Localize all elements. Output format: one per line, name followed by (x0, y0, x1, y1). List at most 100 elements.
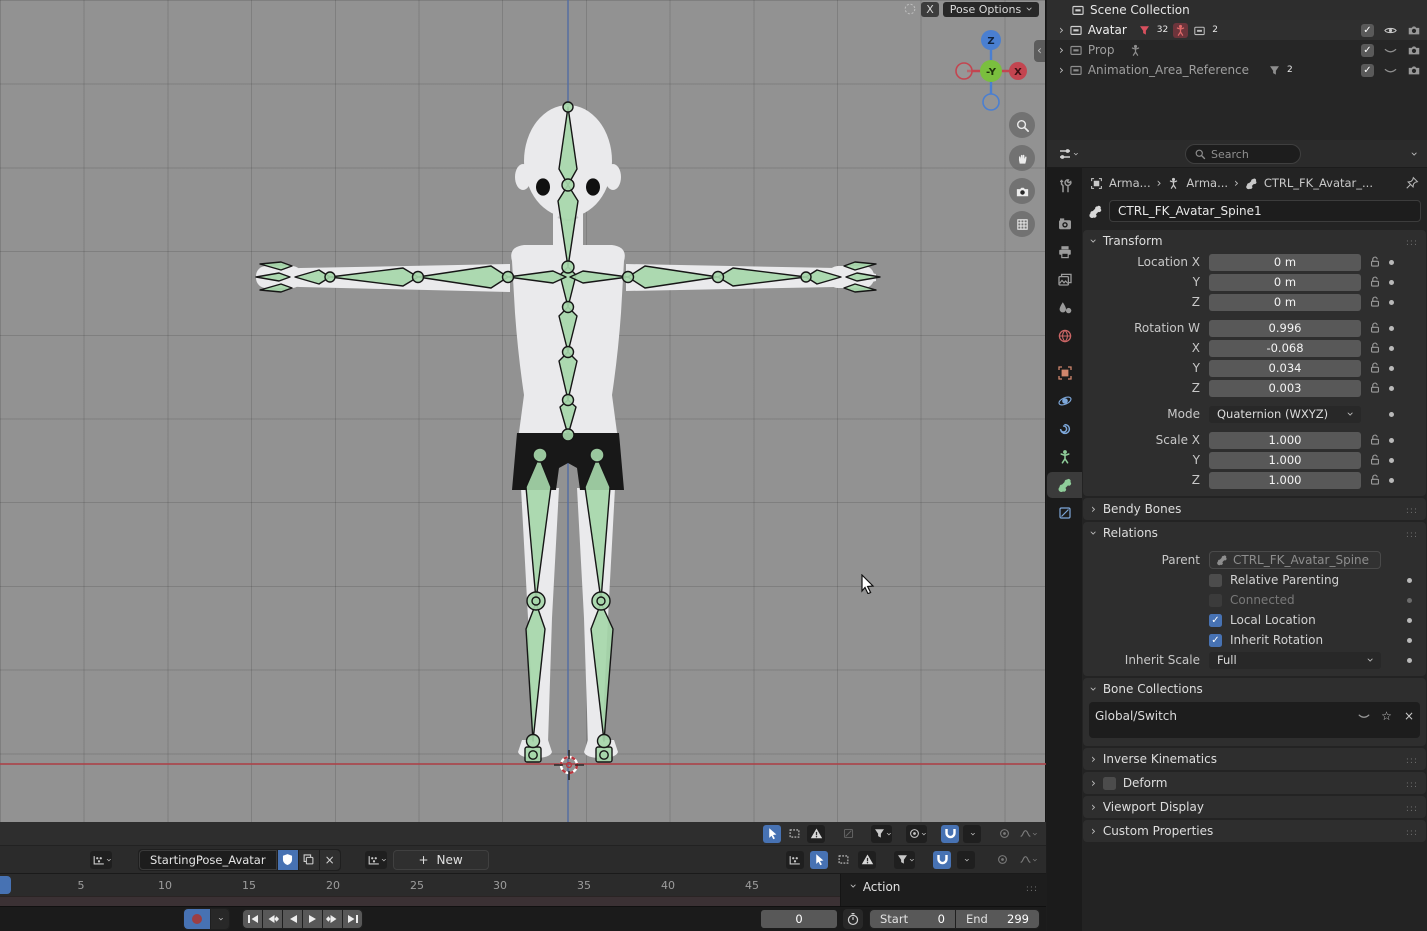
outliner-row-scene-collection[interactable]: Scene Collection (1047, 0, 1427, 20)
animate-dot-icon[interactable] (1389, 438, 1394, 443)
panel-drag-icon[interactable] (1406, 776, 1418, 790)
armature-character[interactable] (240, 95, 890, 775)
pin-icon[interactable] (1405, 176, 1419, 190)
lock-icon[interactable] (1369, 342, 1381, 354)
x-mirror-button[interactable]: X (921, 2, 939, 17)
filter-funnel-icon[interactable] (894, 851, 915, 869)
snap-magnet-icon[interactable] (933, 851, 951, 869)
rotation-x-field[interactable]: -0.068 (1209, 340, 1361, 357)
parent-field[interactable]: CTRL_FK_Avatar_Spine (1209, 551, 1381, 569)
tab-physics[interactable] (1047, 416, 1082, 442)
play-reverse-button[interactable] (283, 910, 302, 928)
animate-dot-icon[interactable] (1389, 260, 1394, 265)
breadcrumb-object[interactable]: Arma... (1109, 176, 1151, 190)
location-y-field[interactable]: 0 m (1209, 274, 1361, 291)
tab-scene[interactable] (1047, 295, 1082, 321)
grid-ortho-icon[interactable] (1009, 211, 1035, 237)
stopwatch-icon[interactable] (843, 909, 863, 929)
animate-dot-icon[interactable] (1389, 326, 1394, 331)
unlink-action-icon[interactable] (320, 850, 340, 870)
animate-dot-icon[interactable] (1389, 300, 1394, 305)
lock-icon[interactable] (1369, 362, 1381, 374)
camera-render-icon[interactable] (1407, 23, 1421, 37)
auto-key-record-button[interactable] (184, 909, 210, 929)
snap-options-chevron-icon[interactable] (957, 851, 975, 869)
proportional-falloff-curve-icon[interactable] (1017, 851, 1038, 869)
tab-tool[interactable] (1047, 173, 1082, 199)
eye-icon[interactable] (1383, 23, 1398, 38)
panel-drag-icon[interactable] (1026, 880, 1038, 894)
action-panel[interactable]: Action (840, 874, 1046, 906)
panel-deform[interactable]: Deform (1083, 772, 1426, 794)
rotation-y-field[interactable]: 0.034 (1209, 360, 1361, 377)
lock-icon[interactable] (1369, 454, 1381, 466)
scale-x-field[interactable]: 1.000 (1209, 432, 1361, 449)
outliner-row-avatar[interactable]: Avatar 32 2 ✓ (1047, 20, 1427, 40)
editor-type-dopesheet-icon[interactable] (90, 851, 112, 869)
panel-drag-icon[interactable] (1406, 800, 1418, 814)
star-icon[interactable] (1381, 709, 1392, 723)
search-input[interactable]: Search (1185, 144, 1301, 164)
checkbox-icon[interactable]: ✓ (1361, 44, 1374, 57)
eye-closed-icon[interactable] (1383, 63, 1398, 78)
sidebar-collapse-tab[interactable] (1034, 40, 1045, 62)
animate-dot-icon[interactable] (1389, 280, 1394, 285)
outliner-row-animation-area-reference[interactable]: Animation_Area_Reference 2 ✓ (1047, 60, 1427, 80)
rotation-z-field[interactable]: 0.003 (1209, 380, 1361, 397)
box-select-icon[interactable] (834, 851, 852, 869)
tab-object[interactable] (1047, 360, 1082, 386)
duplicate-action-icon[interactable] (299, 850, 319, 870)
panel-bone-collections-header[interactable]: Bone Collections (1083, 678, 1426, 700)
tab-output[interactable] (1047, 239, 1082, 265)
camera-view-icon[interactable] (1009, 178, 1035, 204)
select-tool-icon[interactable] (763, 825, 781, 843)
panel-drag-icon[interactable] (1406, 752, 1418, 766)
header-options-chevron-icon[interactable] (1409, 151, 1421, 156)
jump-to-start-button[interactable] (243, 910, 262, 928)
tab-bone[interactable] (1047, 472, 1082, 498)
box-select-icon[interactable] (785, 825, 803, 843)
inherit-scale-dropdown[interactable]: Full (1209, 652, 1381, 669)
lock-icon[interactable] (1369, 474, 1381, 486)
start-frame-field[interactable]: Start0 (870, 910, 955, 928)
proportional-editing-icon[interactable] (995, 825, 1013, 843)
next-keyframe-button[interactable] (323, 910, 342, 928)
inherit-rotation-checkbox[interactable] (1209, 634, 1222, 647)
lock-icon[interactable] (1369, 256, 1381, 268)
viewport-3d[interactable]: X Pose Options Z X -Y (0, 0, 1046, 822)
hand-icon[interactable] (1009, 145, 1035, 171)
panel-drag-icon[interactable] (1406, 502, 1418, 516)
tab-bone-constraints[interactable] (1047, 500, 1082, 526)
bone-collection-item[interactable]: Global/Switch (1095, 705, 1414, 727)
lock-icon[interactable] (1369, 276, 1381, 288)
snap-magnet-icon[interactable] (941, 825, 959, 843)
breadcrumb-bone[interactable]: CTRL_FK_Avatar_... (1264, 176, 1373, 190)
tab-constraints[interactable] (1047, 388, 1082, 414)
jump-to-end-button[interactable] (343, 910, 362, 928)
animate-dot-icon[interactable] (1389, 386, 1394, 391)
filter-funnel-icon[interactable] (871, 825, 892, 843)
animate-dot-icon[interactable] (1389, 458, 1394, 463)
breadcrumb-armature[interactable]: Arma... (1186, 176, 1228, 190)
panel-relations-header[interactable]: Relations (1083, 522, 1426, 544)
lock-icon[interactable] (1369, 434, 1381, 446)
tab-render[interactable] (1047, 211, 1082, 237)
play-button[interactable] (303, 910, 322, 928)
navigation-gizmo[interactable]: Z X -Y (951, 28, 1031, 112)
lock-icon[interactable] (1369, 322, 1381, 334)
panel-custom-properties[interactable]: Custom Properties (1083, 820, 1426, 842)
animate-dot-icon[interactable] (1389, 366, 1394, 371)
pose-options-dropdown[interactable]: Pose Options (943, 2, 1039, 17)
expand-icon[interactable] (1059, 24, 1064, 36)
proportional-falloff-curve-icon[interactable] (1017, 825, 1038, 843)
action-name-field[interactable]: StartingPose_Avatar (139, 850, 277, 870)
lock-icon[interactable] (1369, 382, 1381, 394)
lock-icon[interactable] (1369, 296, 1381, 308)
panel-inverse-kinematics[interactable]: Inverse Kinematics (1083, 748, 1426, 770)
animate-dot-icon[interactable] (1389, 412, 1394, 417)
outliner-row-prop[interactable]: Prop ✓ (1047, 40, 1427, 60)
relative-parenting-checkbox[interactable] (1209, 574, 1222, 587)
location-x-field[interactable]: 0 m (1209, 254, 1361, 271)
panel-drag-icon[interactable] (1406, 824, 1418, 838)
local-location-checkbox[interactable] (1209, 614, 1222, 627)
